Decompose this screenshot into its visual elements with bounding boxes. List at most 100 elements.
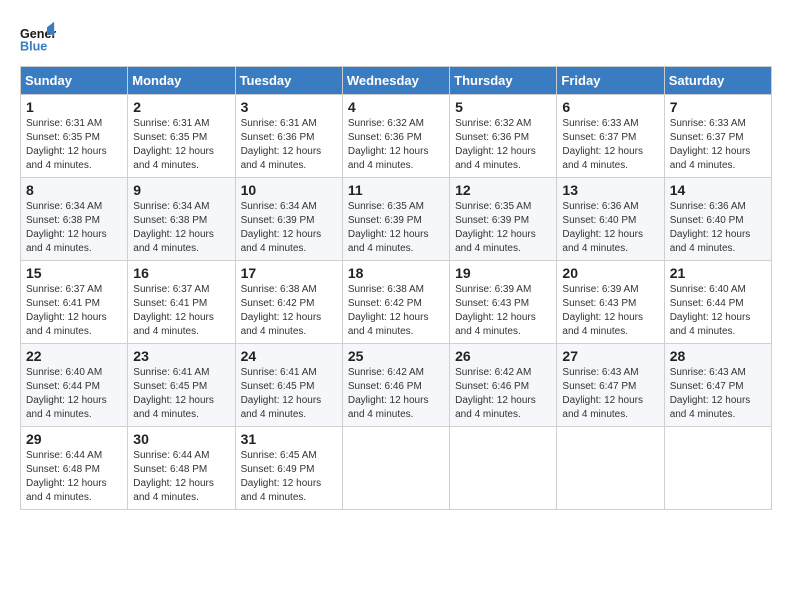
calendar-cell bbox=[664, 427, 771, 510]
cell-info: Sunrise: 6:40 AMSunset: 6:44 PMDaylight:… bbox=[26, 367, 107, 420]
cell-info: Sunrise: 6:41 AMSunset: 6:45 PMDaylight:… bbox=[241, 367, 322, 420]
cell-info: Sunrise: 6:37 AMSunset: 6:41 PMDaylight:… bbox=[133, 284, 214, 337]
svg-text:Blue: Blue bbox=[20, 40, 47, 54]
cell-info: Sunrise: 6:35 AMSunset: 6:39 PMDaylight:… bbox=[348, 201, 429, 254]
day-number: 10 bbox=[241, 182, 337, 198]
cell-info: Sunrise: 6:31 AMSunset: 6:35 PMDaylight:… bbox=[133, 118, 214, 171]
day-number: 30 bbox=[133, 431, 229, 447]
day-number: 23 bbox=[133, 348, 229, 364]
day-number: 2 bbox=[133, 99, 229, 115]
logo: General Blue bbox=[20, 20, 64, 56]
cell-info: Sunrise: 6:38 AMSunset: 6:42 PMDaylight:… bbox=[241, 284, 322, 337]
cell-info: Sunrise: 6:34 AMSunset: 6:38 PMDaylight:… bbox=[26, 201, 107, 254]
calendar-cell: 6 Sunrise: 6:33 AMSunset: 6:37 PMDayligh… bbox=[557, 95, 664, 178]
day-number: 19 bbox=[455, 265, 551, 281]
calendar-week-row: 8 Sunrise: 6:34 AMSunset: 6:38 PMDayligh… bbox=[21, 178, 772, 261]
day-number: 11 bbox=[348, 182, 444, 198]
cell-info: Sunrise: 6:43 AMSunset: 6:47 PMDaylight:… bbox=[562, 367, 643, 420]
calendar-cell bbox=[342, 427, 449, 510]
calendar-cell: 9 Sunrise: 6:34 AMSunset: 6:38 PMDayligh… bbox=[128, 178, 235, 261]
calendar-cell: 24 Sunrise: 6:41 AMSunset: 6:45 PMDaylig… bbox=[235, 344, 342, 427]
calendar-cell: 11 Sunrise: 6:35 AMSunset: 6:39 PMDaylig… bbox=[342, 178, 449, 261]
column-header-monday: Monday bbox=[128, 67, 235, 95]
column-header-wednesday: Wednesday bbox=[342, 67, 449, 95]
cell-info: Sunrise: 6:44 AMSunset: 6:48 PMDaylight:… bbox=[26, 450, 107, 503]
day-number: 20 bbox=[562, 265, 658, 281]
day-number: 8 bbox=[26, 182, 122, 198]
calendar-cell: 7 Sunrise: 6:33 AMSunset: 6:37 PMDayligh… bbox=[664, 95, 771, 178]
day-number: 13 bbox=[562, 182, 658, 198]
day-number: 22 bbox=[26, 348, 122, 364]
calendar-cell: 31 Sunrise: 6:45 AMSunset: 6:49 PMDaylig… bbox=[235, 427, 342, 510]
day-number: 4 bbox=[348, 99, 444, 115]
cell-info: Sunrise: 6:33 AMSunset: 6:37 PMDaylight:… bbox=[670, 118, 751, 171]
cell-info: Sunrise: 6:39 AMSunset: 6:43 PMDaylight:… bbox=[562, 284, 643, 337]
cell-info: Sunrise: 6:34 AMSunset: 6:38 PMDaylight:… bbox=[133, 201, 214, 254]
cell-info: Sunrise: 6:31 AMSunset: 6:36 PMDaylight:… bbox=[241, 118, 322, 171]
calendar-cell bbox=[557, 427, 664, 510]
calendar-cell: 16 Sunrise: 6:37 AMSunset: 6:41 PMDaylig… bbox=[128, 261, 235, 344]
cell-info: Sunrise: 6:42 AMSunset: 6:46 PMDaylight:… bbox=[348, 367, 429, 420]
day-number: 21 bbox=[670, 265, 766, 281]
cell-info: Sunrise: 6:35 AMSunset: 6:39 PMDaylight:… bbox=[455, 201, 536, 254]
calendar-cell: 13 Sunrise: 6:36 AMSunset: 6:40 PMDaylig… bbox=[557, 178, 664, 261]
cell-info: Sunrise: 6:42 AMSunset: 6:46 PMDaylight:… bbox=[455, 367, 536, 420]
calendar-header-row: SundayMondayTuesdayWednesdayThursdayFrid… bbox=[21, 67, 772, 95]
calendar-cell bbox=[450, 427, 557, 510]
cell-info: Sunrise: 6:44 AMSunset: 6:48 PMDaylight:… bbox=[133, 450, 214, 503]
cell-info: Sunrise: 6:45 AMSunset: 6:49 PMDaylight:… bbox=[241, 450, 322, 503]
cell-info: Sunrise: 6:37 AMSunset: 6:41 PMDaylight:… bbox=[26, 284, 107, 337]
calendar-cell: 8 Sunrise: 6:34 AMSunset: 6:38 PMDayligh… bbox=[21, 178, 128, 261]
calendar-cell: 25 Sunrise: 6:42 AMSunset: 6:46 PMDaylig… bbox=[342, 344, 449, 427]
calendar-cell: 2 Sunrise: 6:31 AMSunset: 6:35 PMDayligh… bbox=[128, 95, 235, 178]
calendar-cell: 15 Sunrise: 6:37 AMSunset: 6:41 PMDaylig… bbox=[21, 261, 128, 344]
column-header-friday: Friday bbox=[557, 67, 664, 95]
day-number: 5 bbox=[455, 99, 551, 115]
page-header: General Blue bbox=[20, 20, 772, 56]
column-header-sunday: Sunday bbox=[21, 67, 128, 95]
calendar-cell: 26 Sunrise: 6:42 AMSunset: 6:46 PMDaylig… bbox=[450, 344, 557, 427]
calendar-cell: 21 Sunrise: 6:40 AMSunset: 6:44 PMDaylig… bbox=[664, 261, 771, 344]
day-number: 31 bbox=[241, 431, 337, 447]
cell-info: Sunrise: 6:31 AMSunset: 6:35 PMDaylight:… bbox=[26, 118, 107, 171]
calendar-cell: 12 Sunrise: 6:35 AMSunset: 6:39 PMDaylig… bbox=[450, 178, 557, 261]
day-number: 15 bbox=[26, 265, 122, 281]
calendar-cell: 14 Sunrise: 6:36 AMSunset: 6:40 PMDaylig… bbox=[664, 178, 771, 261]
day-number: 29 bbox=[26, 431, 122, 447]
logo-icon: General Blue bbox=[20, 20, 56, 56]
day-number: 12 bbox=[455, 182, 551, 198]
day-number: 16 bbox=[133, 265, 229, 281]
day-number: 1 bbox=[26, 99, 122, 115]
calendar-cell: 28 Sunrise: 6:43 AMSunset: 6:47 PMDaylig… bbox=[664, 344, 771, 427]
cell-info: Sunrise: 6:32 AMSunset: 6:36 PMDaylight:… bbox=[348, 118, 429, 171]
cell-info: Sunrise: 6:41 AMSunset: 6:45 PMDaylight:… bbox=[133, 367, 214, 420]
calendar-cell: 1 Sunrise: 6:31 AMSunset: 6:35 PMDayligh… bbox=[21, 95, 128, 178]
cell-info: Sunrise: 6:38 AMSunset: 6:42 PMDaylight:… bbox=[348, 284, 429, 337]
cell-info: Sunrise: 6:36 AMSunset: 6:40 PMDaylight:… bbox=[562, 201, 643, 254]
column-header-saturday: Saturday bbox=[664, 67, 771, 95]
cell-info: Sunrise: 6:43 AMSunset: 6:47 PMDaylight:… bbox=[670, 367, 751, 420]
day-number: 18 bbox=[348, 265, 444, 281]
day-number: 6 bbox=[562, 99, 658, 115]
calendar-cell: 18 Sunrise: 6:38 AMSunset: 6:42 PMDaylig… bbox=[342, 261, 449, 344]
calendar-table: SundayMondayTuesdayWednesdayThursdayFrid… bbox=[20, 66, 772, 510]
calendar-cell: 17 Sunrise: 6:38 AMSunset: 6:42 PMDaylig… bbox=[235, 261, 342, 344]
day-number: 3 bbox=[241, 99, 337, 115]
day-number: 25 bbox=[348, 348, 444, 364]
calendar-cell: 4 Sunrise: 6:32 AMSunset: 6:36 PMDayligh… bbox=[342, 95, 449, 178]
cell-info: Sunrise: 6:39 AMSunset: 6:43 PMDaylight:… bbox=[455, 284, 536, 337]
calendar-cell: 10 Sunrise: 6:34 AMSunset: 6:39 PMDaylig… bbox=[235, 178, 342, 261]
calendar-cell: 23 Sunrise: 6:41 AMSunset: 6:45 PMDaylig… bbox=[128, 344, 235, 427]
day-number: 26 bbox=[455, 348, 551, 364]
calendar-cell: 22 Sunrise: 6:40 AMSunset: 6:44 PMDaylig… bbox=[21, 344, 128, 427]
calendar-cell: 3 Sunrise: 6:31 AMSunset: 6:36 PMDayligh… bbox=[235, 95, 342, 178]
calendar-cell: 29 Sunrise: 6:44 AMSunset: 6:48 PMDaylig… bbox=[21, 427, 128, 510]
calendar-cell: 30 Sunrise: 6:44 AMSunset: 6:48 PMDaylig… bbox=[128, 427, 235, 510]
calendar-week-row: 1 Sunrise: 6:31 AMSunset: 6:35 PMDayligh… bbox=[21, 95, 772, 178]
calendar-cell: 20 Sunrise: 6:39 AMSunset: 6:43 PMDaylig… bbox=[557, 261, 664, 344]
cell-info: Sunrise: 6:32 AMSunset: 6:36 PMDaylight:… bbox=[455, 118, 536, 171]
calendar-cell: 5 Sunrise: 6:32 AMSunset: 6:36 PMDayligh… bbox=[450, 95, 557, 178]
calendar-week-row: 29 Sunrise: 6:44 AMSunset: 6:48 PMDaylig… bbox=[21, 427, 772, 510]
day-number: 28 bbox=[670, 348, 766, 364]
day-number: 17 bbox=[241, 265, 337, 281]
